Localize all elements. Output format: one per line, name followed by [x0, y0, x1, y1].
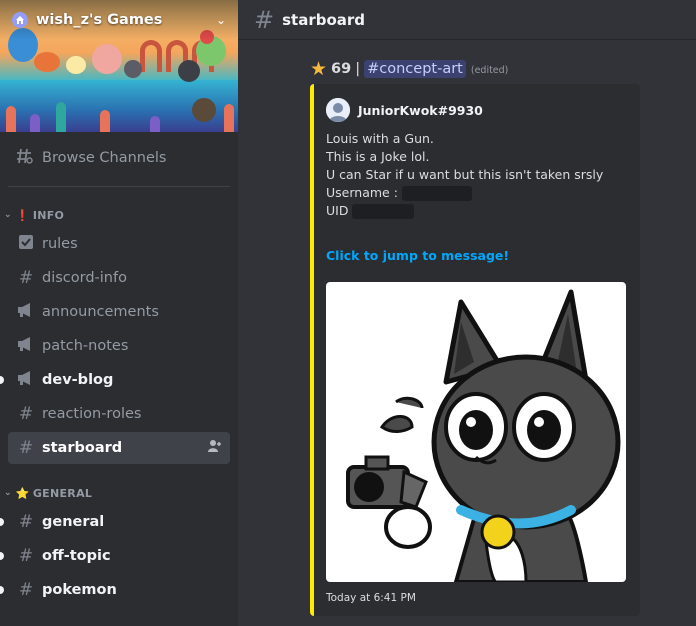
starboard-message-header: ★ 69 | #concept-art (edited)	[310, 58, 508, 80]
megaphone-icon	[16, 370, 36, 391]
channel-dev-blog[interactable]: dev-blog	[0, 365, 230, 395]
channel-patch-notes[interactable]: patch-notes	[8, 331, 230, 361]
hash-icon: #	[254, 5, 275, 34]
category-label: GENERAL	[32, 486, 93, 500]
home-icon	[12, 12, 28, 28]
megaphone-icon	[16, 336, 36, 357]
channel-reaction-roles[interactable]: # reaction-roles	[8, 399, 230, 429]
embed-line: U can Star if u want but this isn't take…	[326, 167, 604, 182]
message-embed: JuniorKwok#9930 Louis with a Gun. This i…	[310, 84, 640, 616]
unread-indicator	[0, 552, 4, 560]
exclamation-icon: ❗	[15, 208, 30, 222]
channel-label: pokemon	[42, 582, 117, 598]
channel-discord-info[interactable]: # discord-info	[8, 263, 230, 293]
hash-icon: #	[18, 438, 34, 458]
channel-rules[interactable]: rules	[8, 229, 230, 259]
channel-label: patch-notes	[42, 338, 129, 354]
category-general[interactable]: ⌄ ⭐ GENERAL	[4, 484, 92, 502]
channel-title: starboard	[282, 10, 366, 29]
username-label: Username :	[326, 185, 398, 200]
category-info[interactable]: ⌄ ❗ INFO	[4, 206, 64, 224]
star-count: 69	[331, 61, 352, 77]
channel-sidebar: wish_z's Games ⌄ Browse Channels ⌄ ❗ INF…	[0, 0, 238, 626]
browse-channels-icon	[16, 147, 36, 169]
avatar	[326, 98, 350, 122]
jump-to-message-link[interactable]: Click to jump to message!	[326, 248, 509, 263]
channel-label: starboard	[42, 440, 123, 456]
channel-label: discord-info	[42, 270, 127, 286]
channel-header: # starboard	[238, 0, 696, 40]
embed-image[interactable]	[326, 282, 626, 582]
uid-label: UID	[326, 203, 349, 218]
channel-mention[interactable]: #concept-art	[364, 60, 466, 78]
channel-label: off-topic	[42, 548, 111, 564]
unread-indicator	[0, 586, 4, 594]
unread-indicator	[0, 376, 4, 384]
spoiler-redaction[interactable]	[352, 204, 415, 219]
embed-line: Louis with a Gun.	[326, 131, 434, 146]
server-banner: wish_z's Games ⌄	[0, 0, 238, 132]
embed-author[interactable]: JuniorKwok#9930	[326, 98, 483, 122]
server-header[interactable]: wish_z's Games ⌄	[0, 0, 238, 40]
hash-icon: #	[18, 546, 34, 566]
star-icon: ⭐	[15, 486, 30, 500]
category-label: INFO	[32, 208, 65, 222]
chevron-down-icon[interactable]: ⌄	[216, 13, 226, 27]
hash-thread-icon: #	[18, 580, 34, 600]
embed-line-username: Username :	[326, 184, 603, 202]
channel-starboard[interactable]: # starboard	[8, 432, 230, 464]
channel-pokemon[interactable]: # pokemon	[0, 575, 230, 605]
channel-announcements[interactable]: announcements	[8, 297, 230, 327]
author-name: JuniorKwok#9930	[358, 102, 483, 118]
chevron-down-icon: ⌄	[4, 488, 12, 498]
browse-channels-label: Browse Channels	[42, 150, 167, 166]
add-member-icon[interactable]	[208, 439, 222, 457]
edited-label: (edited)	[470, 65, 509, 76]
hash-icon: #	[18, 512, 34, 532]
channel-general[interactable]: # general	[0, 507, 230, 537]
channel-label: dev-blog	[42, 372, 114, 388]
star-icon: ★	[310, 58, 328, 80]
channel-label: rules	[42, 236, 78, 252]
chevron-down-icon: ⌄	[4, 210, 12, 220]
hash-icon: #	[18, 268, 34, 288]
separator: |	[355, 61, 361, 77]
embed-line-uid: UID	[326, 202, 603, 220]
hash-icon: #	[18, 404, 34, 424]
unread-indicator	[0, 518, 4, 526]
embed-description: Louis with a Gun. This is a Joke lol. U …	[326, 130, 603, 220]
rules-checkbox-icon	[16, 234, 36, 255]
embed-timestamp: Today at 6:41 PM	[326, 592, 416, 604]
channel-off-topic[interactable]: # off-topic	[0, 541, 230, 571]
server-name: wish_z's Games	[36, 12, 163, 28]
megaphone-icon	[16, 302, 36, 323]
embed-line: This is a Joke lol.	[326, 149, 430, 164]
channel-label: reaction-roles	[42, 406, 142, 422]
channel-label: general	[42, 514, 105, 530]
divider	[8, 186, 230, 187]
channel-label: announcements	[42, 304, 159, 320]
spoiler-redaction[interactable]	[401, 186, 472, 201]
browse-channels[interactable]: Browse Channels	[8, 144, 230, 172]
